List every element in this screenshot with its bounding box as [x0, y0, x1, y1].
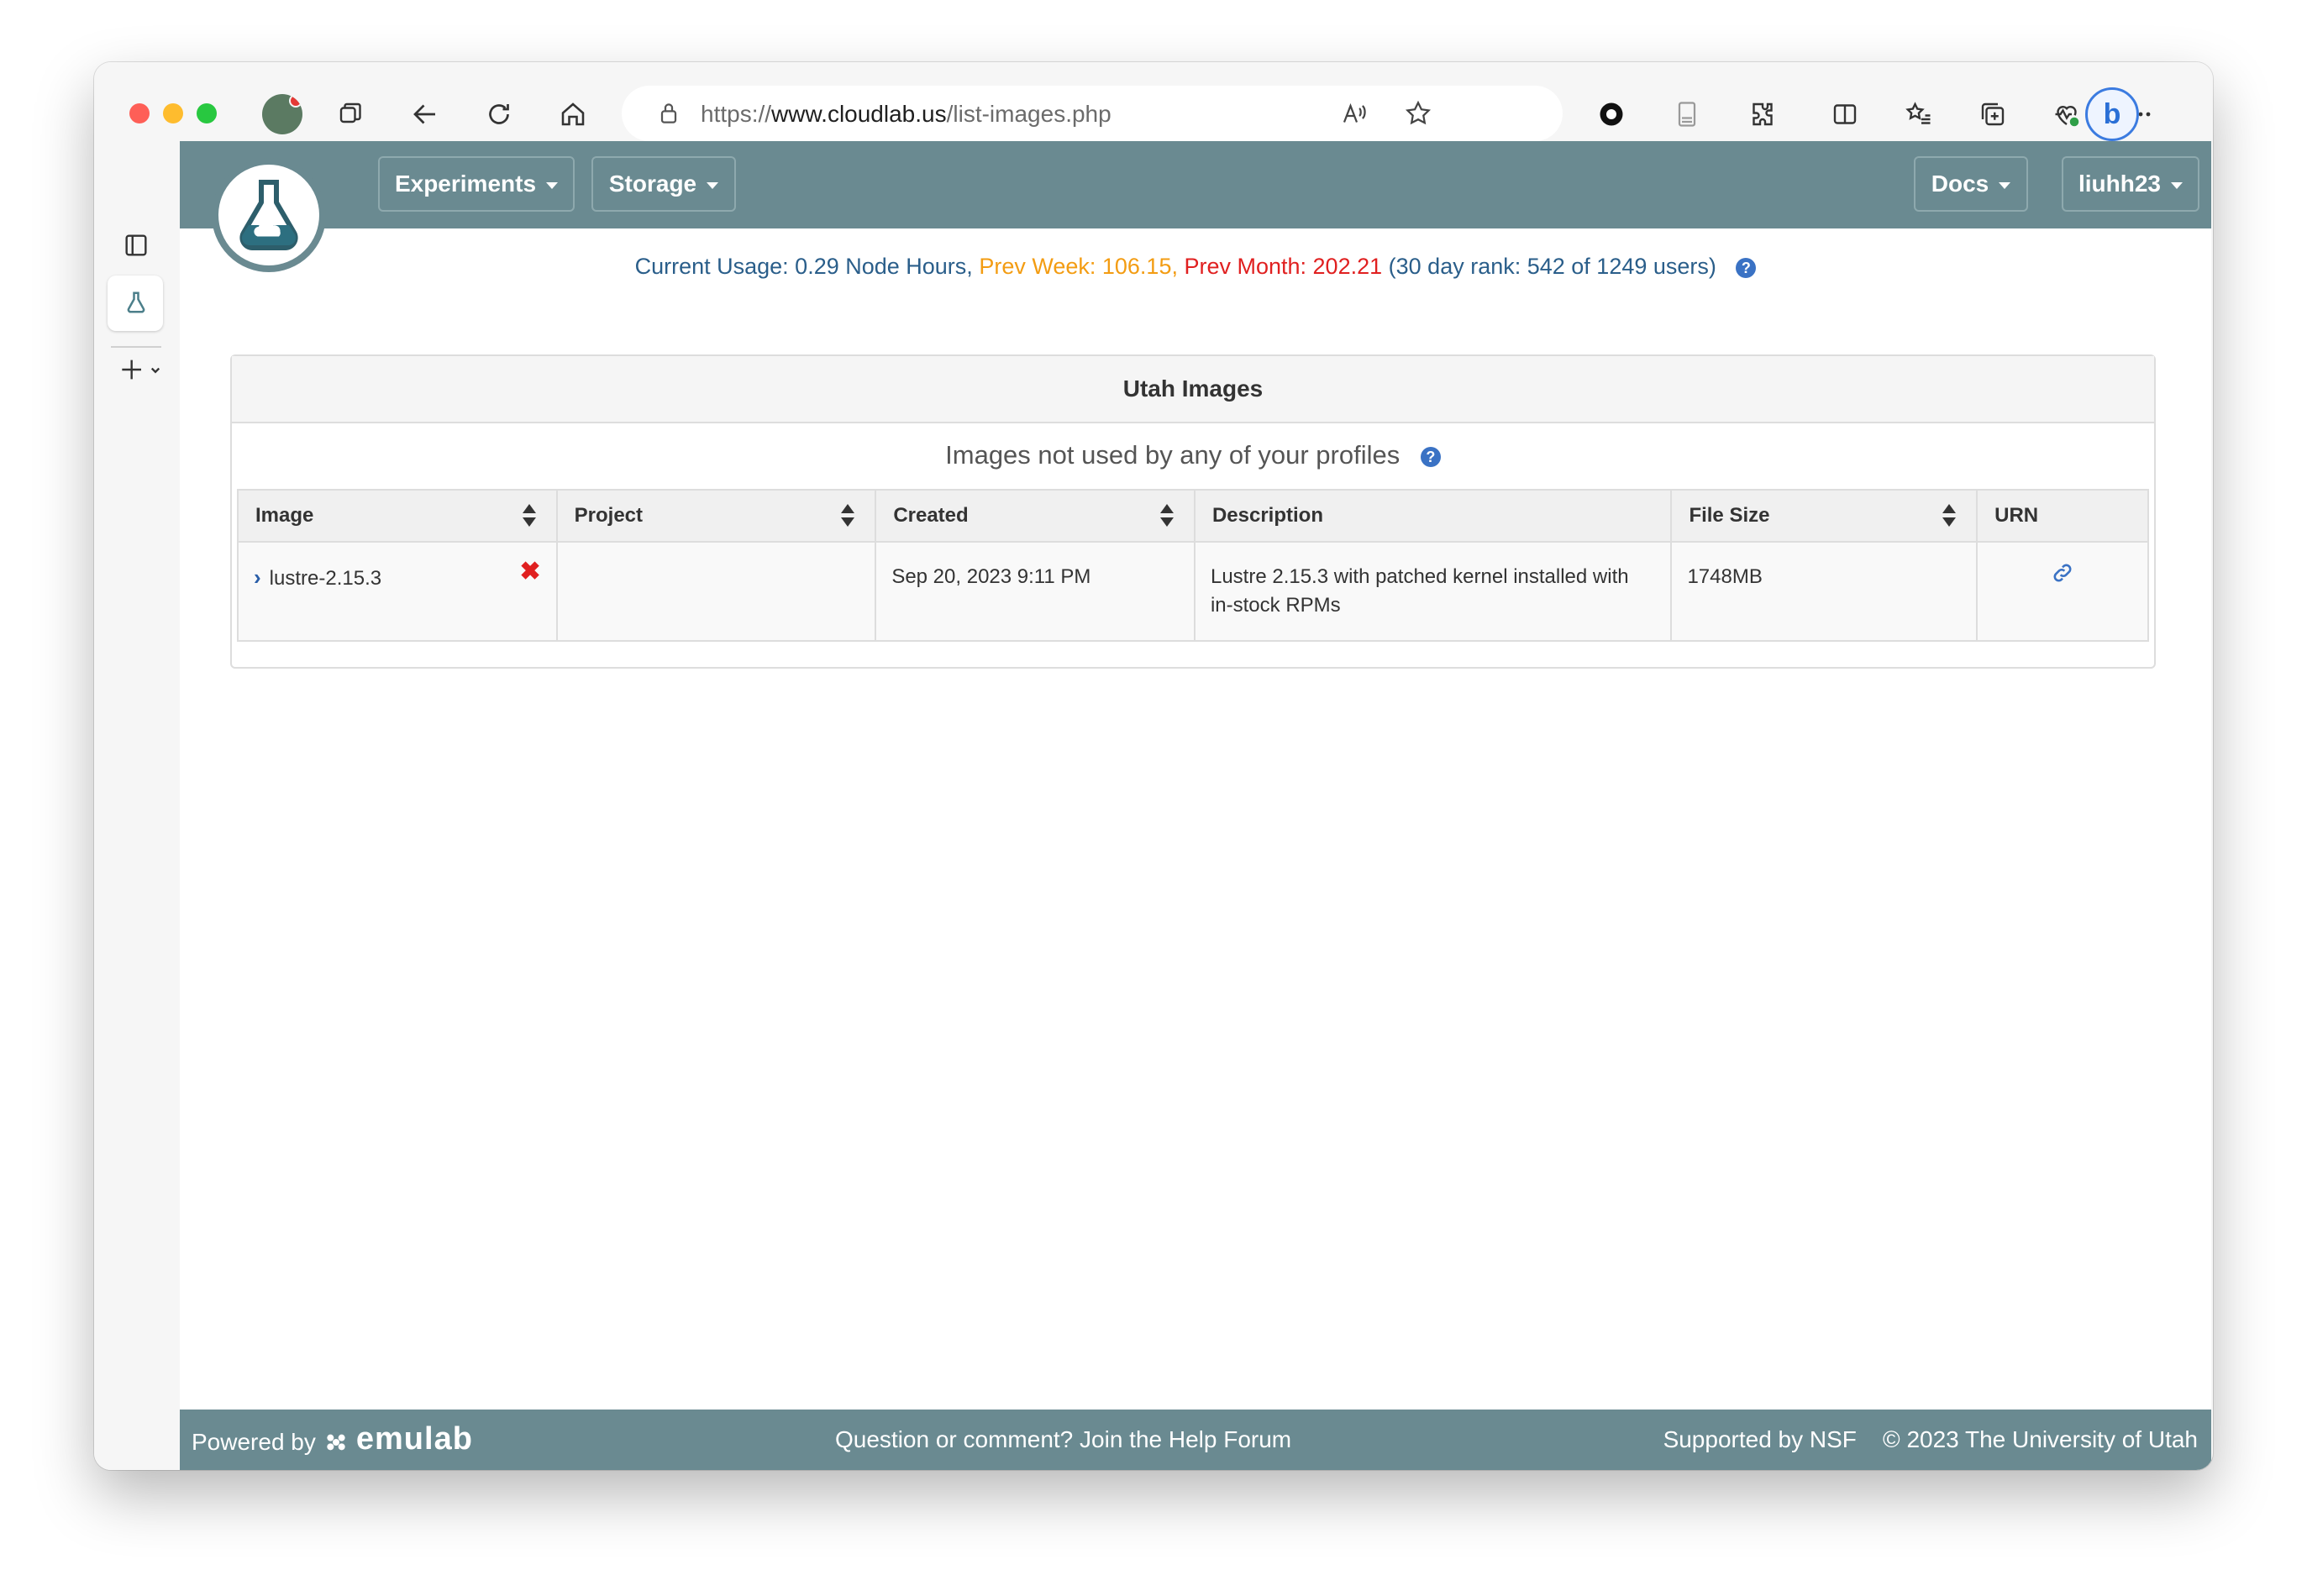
cell-image: › lustre-2.15.3 ✖	[237, 541, 558, 642]
column-header-label: Image	[255, 504, 314, 527]
nsf-link[interactable]: Supported by NSF	[1663, 1426, 1857, 1452]
cloudlab-logo-icon[interactable]	[212, 158, 326, 272]
prev-month-usage: Prev Month: 202.21	[1184, 254, 1383, 279]
delete-icon[interactable]: ✖	[520, 558, 541, 586]
table-header-row: Image Project Created Description File S…	[237, 489, 2149, 543]
caret-down-icon	[546, 182, 559, 189]
column-header-urn: URN	[1976, 489, 2149, 543]
docs-menu-button[interactable]: Docs	[1914, 156, 2028, 212]
browser-toolbar: https://www.cloudlab.us/list-images.php	[94, 62, 2213, 141]
column-header-description: Description	[1193, 489, 1673, 543]
current-usage: Current Usage: 0.29 Node Hours,	[634, 254, 973, 279]
column-header-created[interactable]: Created	[875, 489, 1196, 543]
user-menu-button[interactable]: liuhh23	[2062, 156, 2199, 212]
back-icon[interactable]	[407, 96, 444, 133]
extension-record-icon[interactable]	[1593, 96, 1630, 133]
workspaces-icon[interactable]	[333, 96, 370, 133]
lock-icon	[660, 103, 677, 123]
caret-down-icon	[707, 182, 719, 189]
caret-down-icon	[2171, 182, 2183, 189]
url-text[interactable]: https://www.cloudlab.us/list-images.php	[701, 101, 1111, 128]
profile-avatar[interactable]	[262, 94, 302, 134]
sort-icon[interactable]	[1159, 502, 1175, 529]
collections-icon[interactable]	[1974, 96, 2011, 133]
panel-title: Utah Images	[232, 356, 2154, 423]
powered-by: Powered by emulab	[192, 1421, 473, 1457]
sort-icon[interactable]	[1941, 502, 1958, 529]
panel-subtitle-text: Images not used by any of your profiles	[945, 440, 1400, 470]
sort-icon[interactable]	[839, 502, 856, 529]
help-forum-link[interactable]: Question or comment? Join the Help Forum	[835, 1426, 1291, 1453]
column-header-file-size[interactable]: File Size	[1670, 489, 1979, 543]
storage-menu-button[interactable]: Storage	[591, 156, 736, 212]
usage-rank: (30 day rank: 542 of 1249 users)	[1388, 254, 1716, 279]
storage-label: Storage	[608, 171, 697, 197]
image-name[interactable]: lustre-2.15.3	[270, 567, 381, 590]
footer-right: Supported by NSF © 2023 The University o…	[1663, 1426, 2198, 1453]
bing-chat-icon[interactable]: b	[2085, 87, 2139, 141]
top-navbar: Experiments Storage Docs liuhh23	[180, 141, 2211, 228]
column-header-project[interactable]: Project	[555, 489, 877, 543]
column-header-label: URN	[1994, 504, 2039, 527]
favorite-icon[interactable]	[1403, 98, 1433, 129]
browser-window: https://www.cloudlab.us/list-images.php	[94, 62, 2213, 1470]
maximize-window-button[interactable]	[197, 103, 217, 123]
images-panel: Utah Images Images not used by any of yo…	[230, 354, 2156, 669]
column-header-label: File Size	[1689, 504, 1770, 527]
docs-label: Docs	[1931, 171, 1989, 197]
rail-divider	[111, 346, 161, 348]
favorites-icon[interactable]	[1900, 96, 1937, 133]
page-content: Experiments Storage Docs liuhh23 Current…	[180, 141, 2211, 1470]
address-bar[interactable]: https://www.cloudlab.us/list-images.php	[622, 86, 1563, 141]
cloudlab-tab-icon	[119, 286, 153, 319]
vertical-tab-rail	[94, 141, 180, 1470]
emulab-logo-icon	[327, 1434, 345, 1450]
column-header-label: Created	[893, 504, 969, 527]
extensions-icon[interactable]	[1744, 96, 1781, 133]
usage-summary: Current Usage: 0.29 Node Hours, Prev Wee…	[180, 254, 2211, 280]
page-footer: Powered by emulab Question or comment? J…	[180, 1410, 2211, 1470]
cell-file-size: 1748MB	[1670, 541, 1979, 642]
cell-description: Lustre 2.15.3 with patched kernel instal…	[1193, 541, 1673, 642]
panel-subtitle: Images not used by any of your profiles …	[232, 440, 2154, 470]
caret-down-icon	[1999, 182, 2011, 189]
health-icon[interactable]	[2048, 96, 2085, 133]
column-header-image[interactable]: Image	[237, 489, 558, 543]
prev-week-usage: Prev Week: 106.15,	[979, 254, 1178, 279]
sort-icon[interactable]	[521, 502, 538, 529]
column-header-label: Description	[1211, 504, 1323, 527]
tab-actions-icon[interactable]	[119, 228, 153, 262]
table-row: › lustre-2.15.3 ✖ Sep 20, 2023 9:11 PM Lu…	[237, 541, 2149, 642]
expand-chevron-icon[interactable]: ›	[254, 564, 261, 590]
new-tab-icon[interactable]	[116, 353, 166, 386]
experiments-label: Experiments	[394, 171, 537, 197]
cell-created: Sep 20, 2023 9:11 PM	[875, 541, 1196, 642]
minimize-window-button[interactable]	[163, 103, 183, 123]
split-screen-icon[interactable]	[1826, 96, 1863, 133]
cell-urn	[1976, 541, 2149, 642]
cell-project	[555, 541, 877, 642]
user-label: liuhh23	[2078, 171, 2161, 197]
refresh-icon[interactable]	[481, 96, 518, 133]
experiments-menu-button[interactable]: Experiments	[378, 156, 575, 212]
help-icon[interactable]: ?	[1420, 446, 1441, 467]
images-table: Image Project Created Description File S…	[237, 489, 2149, 642]
page-icon[interactable]	[1669, 96, 1705, 133]
copyright-link[interactable]: © 2023 The University of Utah	[1883, 1426, 2198, 1452]
powered-by-label: Powered by	[192, 1428, 316, 1455]
read-aloud-icon[interactable]	[1339, 98, 1369, 129]
home-icon[interactable]	[554, 96, 591, 133]
link-icon[interactable]	[2051, 561, 2074, 585]
column-header-label: Project	[574, 504, 644, 527]
help-icon[interactable]: ?	[1736, 257, 1757, 278]
close-window-button[interactable]	[129, 103, 150, 123]
emulab-link[interactable]: emulab	[356, 1421, 473, 1457]
